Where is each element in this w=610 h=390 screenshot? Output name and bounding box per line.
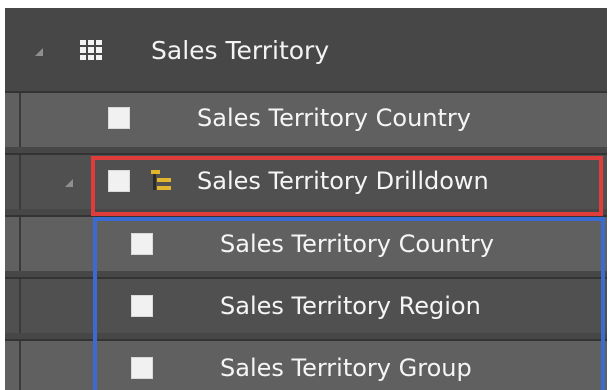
screenshot-frame: Sales Territory Sales Territory Country … xyxy=(0,0,610,390)
level-label: Sales Territory Group xyxy=(220,354,472,382)
table-header[interactable]: Sales Territory xyxy=(5,8,607,91)
level-label: Sales Territory Region xyxy=(220,292,481,320)
level-label: Sales Territory Country xyxy=(220,230,494,258)
field-row-country[interactable]: Sales Territory Country xyxy=(5,91,607,147)
checkbox[interactable] xyxy=(108,107,130,129)
hierarchy-label: Sales Territory Drilldown xyxy=(197,167,489,195)
hierarchy-row-drilldown[interactable]: Sales Territory Drilldown xyxy=(5,153,607,209)
row-edge xyxy=(19,279,21,333)
hierarchy-icon xyxy=(151,170,171,192)
level-row-group[interactable]: Sales Territory Group xyxy=(5,339,607,390)
row-edge xyxy=(19,341,21,390)
fields-panel: Sales Territory Sales Territory Country … xyxy=(5,8,607,390)
row-edge xyxy=(19,93,21,147)
level-row-country[interactable]: Sales Territory Country xyxy=(5,215,607,271)
level-row-region[interactable]: Sales Territory Region xyxy=(5,277,607,333)
checkbox[interactable] xyxy=(131,357,153,379)
row-edge xyxy=(19,217,21,271)
checkbox[interactable] xyxy=(131,295,153,317)
row-edge xyxy=(19,155,21,209)
table-icon xyxy=(80,40,102,60)
field-label: Sales Territory Country xyxy=(197,104,471,132)
collapse-triangle-icon[interactable] xyxy=(35,48,43,56)
checkbox[interactable] xyxy=(131,233,153,255)
checkbox[interactable] xyxy=(108,170,130,192)
table-title: Sales Territory xyxy=(151,36,330,65)
collapse-triangle-icon[interactable] xyxy=(65,179,73,187)
